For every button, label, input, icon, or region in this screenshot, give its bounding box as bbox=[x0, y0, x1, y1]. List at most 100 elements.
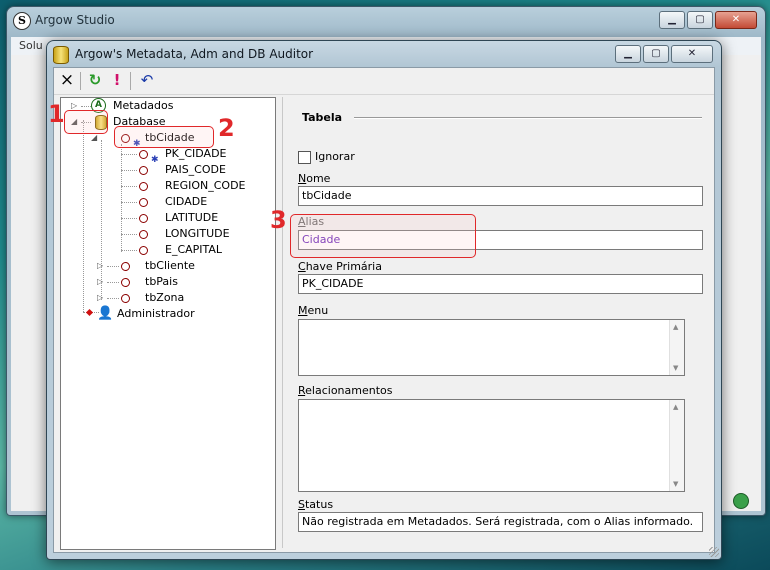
column-icon bbox=[139, 214, 148, 223]
table-icon bbox=[121, 294, 130, 303]
tree-connector bbox=[81, 106, 91, 107]
dialog-close-button[interactable]: ✕ bbox=[671, 45, 713, 63]
nome-field[interactable]: tbCidade bbox=[298, 186, 703, 206]
tree-label-column: LONGITUDE bbox=[165, 227, 230, 240]
maximize-button[interactable]: ▢ bbox=[687, 11, 713, 29]
dialog-window-controls: ▁ ▢ ✕ bbox=[615, 45, 713, 63]
menu-scrollbar[interactable]: ▲ ▼ bbox=[669, 320, 684, 375]
status-label: Status bbox=[298, 498, 333, 511]
toolbar: × ↻ ! ↶ bbox=[54, 68, 714, 95]
status-label-accel: S bbox=[298, 498, 305, 511]
tree-label-column: PAIS_CODE bbox=[165, 163, 226, 176]
relacionamentos-textarea[interactable]: ▲ ▼ bbox=[298, 399, 685, 492]
table-icon bbox=[121, 262, 130, 271]
red-diamond-icon bbox=[85, 308, 94, 317]
table-icon bbox=[121, 278, 130, 287]
refresh-icon[interactable]: ↻ bbox=[86, 71, 104, 89]
tree-connector bbox=[121, 186, 137, 187]
relacionamentos-scrollbar[interactable]: ▲ ▼ bbox=[669, 400, 684, 491]
relacionamentos-label: Relacionamentos bbox=[298, 384, 393, 397]
scroll-up-icon[interactable]: ▲ bbox=[673, 323, 678, 331]
scroll-up-icon[interactable]: ▲ bbox=[673, 403, 678, 411]
panel-splitter[interactable] bbox=[282, 97, 283, 548]
tree-connector bbox=[121, 144, 122, 252]
group-title: Tabela bbox=[302, 111, 343, 124]
nome-label-accel: N bbox=[298, 172, 307, 185]
tree-label-column: PK_CIDADE bbox=[165, 147, 227, 160]
tree-label-column: E_CAPITAL bbox=[165, 243, 223, 256]
status-field: Não registrada em Metadados. Será regist… bbox=[298, 512, 703, 532]
close-button[interactable]: ✕ bbox=[715, 11, 757, 29]
scroll-down-icon[interactable]: ▼ bbox=[673, 364, 678, 372]
minimize-button[interactable]: ▁ bbox=[659, 11, 685, 29]
menu-label-accel: M bbox=[298, 304, 308, 317]
ignorar-checkbox[interactable] bbox=[298, 151, 311, 164]
menu-textarea[interactable]: ▲ ▼ bbox=[298, 319, 685, 376]
tree-connector bbox=[107, 298, 119, 299]
column-icon bbox=[139, 150, 148, 159]
column-icon bbox=[139, 198, 148, 207]
annotation-number-2: 2 bbox=[218, 114, 235, 142]
tree-connector bbox=[121, 154, 137, 155]
scroll-down-icon[interactable]: ▼ bbox=[673, 480, 678, 488]
annotation-number-3: 3 bbox=[270, 206, 287, 234]
tree-label-tbcliente: tbCliente bbox=[145, 259, 195, 272]
tree-label-column: REGION_CODE bbox=[165, 179, 246, 192]
argow-studio-app-icon: S bbox=[13, 12, 31, 30]
status-label-text: tatus bbox=[304, 498, 334, 511]
annotation-box-1 bbox=[64, 110, 108, 134]
tree-connector bbox=[83, 120, 84, 312]
argow-studio-title: Argow Studio bbox=[35, 13, 115, 27]
relac-label-text: elacionamentos bbox=[305, 384, 393, 397]
tree-connector bbox=[121, 170, 137, 171]
annotation-box-2 bbox=[114, 126, 214, 148]
argow-studio-window-controls: ▁ ▢ ✕ bbox=[659, 11, 757, 29]
chave-primaria-field[interactable]: PK_CIDADE bbox=[298, 274, 703, 294]
metadata-tree[interactable]: ▷ A Metadados ◢ Database ◢ ✱ tbCidade ✱ … bbox=[60, 97, 276, 550]
column-icon bbox=[139, 182, 148, 191]
toolbar-separator bbox=[80, 72, 81, 90]
tree-connector bbox=[121, 234, 137, 235]
tree-label-administrador: Administrador bbox=[117, 307, 195, 320]
menu-item-solu[interactable]: Solu bbox=[19, 39, 43, 52]
expand-arrow-icon[interactable]: ▷ bbox=[97, 258, 103, 274]
database-app-icon bbox=[53, 46, 69, 64]
tree-connector bbox=[121, 202, 137, 203]
menu-label: Menu bbox=[298, 304, 328, 317]
resize-grip[interactable] bbox=[709, 547, 719, 557]
status-ok-icon bbox=[733, 493, 749, 509]
chave-label-text: have Primária bbox=[305, 260, 382, 273]
expand-arrow-icon[interactable]: ▷ bbox=[97, 290, 103, 306]
alert-icon[interactable]: ! bbox=[108, 71, 126, 89]
chave-primaria-label: Chave Primária bbox=[298, 260, 382, 273]
menu-label-text: enu bbox=[307, 304, 329, 317]
tree-label-metadados: Metadados bbox=[113, 99, 174, 112]
toolbar-separator bbox=[130, 72, 131, 90]
annotation-number-1: 1 bbox=[48, 100, 65, 128]
chave-label-accel: C bbox=[298, 260, 306, 273]
dialog-minimize-button[interactable]: ▁ bbox=[615, 45, 641, 63]
column-icon bbox=[139, 166, 148, 175]
tree-label-column: LATITUDE bbox=[165, 211, 219, 224]
user-icon: 👤 bbox=[97, 306, 114, 321]
tree-connector bbox=[107, 266, 119, 267]
tree-label-tbzona: tbZona bbox=[145, 291, 185, 304]
column-icon bbox=[139, 246, 148, 255]
dialog-title: Argow's Metadata, Adm and DB Auditor bbox=[75, 47, 314, 61]
close-icon[interactable]: × bbox=[58, 71, 76, 89]
dialog-maximize-button[interactable]: ▢ bbox=[643, 45, 669, 63]
undo-icon[interactable]: ↶ bbox=[138, 71, 156, 89]
nome-label: Nome bbox=[298, 172, 330, 185]
tree-connector bbox=[121, 250, 137, 251]
table-properties-form: Tabela Ignorar Nome tbCidade Alias Cidad… bbox=[288, 97, 706, 542]
tree-connector bbox=[121, 218, 137, 219]
metadata-auditor-dialog: Argow's Metadata, Adm and DB Auditor ▁ ▢… bbox=[46, 40, 722, 560]
group-divider bbox=[354, 117, 702, 119]
new-item-star-icon: ✱ bbox=[151, 155, 159, 165]
annotation-box-3 bbox=[290, 214, 476, 258]
expand-arrow-icon[interactable]: ▷ bbox=[97, 274, 103, 290]
tree-connector bbox=[107, 282, 119, 283]
tree-label-column: CIDADE bbox=[165, 195, 208, 208]
nome-label-text: ome bbox=[306, 172, 331, 185]
ignorar-label: Ignorar bbox=[315, 150, 355, 163]
